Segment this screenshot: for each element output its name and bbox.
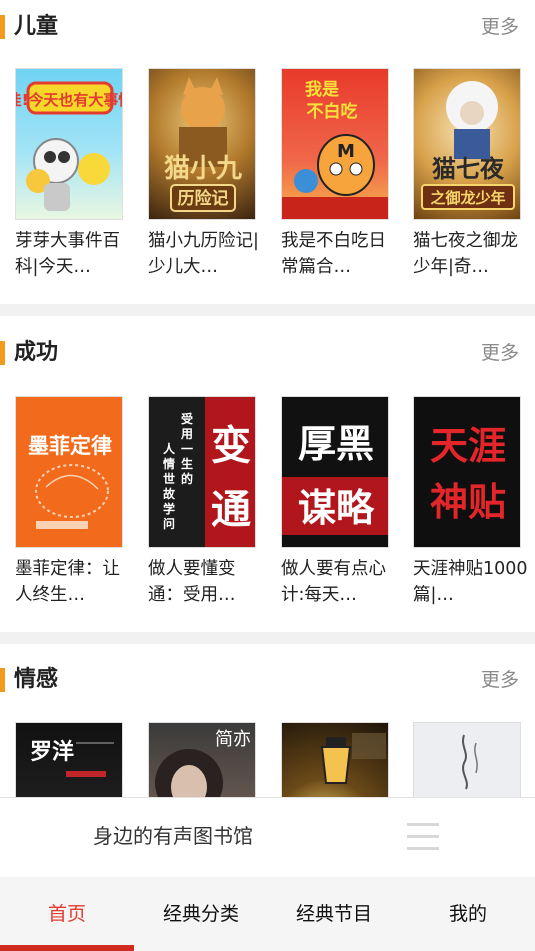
svg-text:生: 生 <box>181 456 193 471</box>
section-success: 成功 更多 墨菲定律 墨菲定律：让人终生… 变 通 受 用 一 生 的 人 情 … <box>0 326 535 632</box>
svg-text:学: 学 <box>163 501 175 516</box>
cover-title-text: 天涯 <box>430 423 506 468</box>
section-accent-bar <box>0 341 5 365</box>
card-row: 哇!今天也有大事情 芽芽大事件百科|今天… 猫小九 <box>0 68 535 288</box>
playlist-icon[interactable] <box>407 823 439 851</box>
book-cover[interactable]: 厚黑 谋略 <box>281 396 389 548</box>
book-title[interactable]: 做人要懂变通：受用… <box>148 556 266 608</box>
section-header: 成功 更多 <box>0 326 535 380</box>
svg-text:我是: 我是 <box>305 80 339 100</box>
cover-art: 罗洋 <box>30 739 114 777</box>
cover-art <box>462 734 478 790</box>
svg-text:历险记: 历险记 <box>178 188 229 209</box>
svg-text:通: 通 <box>211 486 251 533</box>
section-title: 儿童 <box>14 14 59 39</box>
cover-art: 哇!今天也有大事情 <box>16 81 123 211</box>
now-playing-bar[interactable]: 身边的有声图书馆 <box>0 797 535 877</box>
svg-text:谋略: 谋略 <box>298 485 375 530</box>
svg-text:人: 人 <box>163 441 176 456</box>
section-children: 儿童 更多 哇!今天也有大事情 芽芽大事件百科|今天… <box>0 0 535 304</box>
svg-text:不白吃: 不白吃 <box>307 101 358 122</box>
card-row: 罗洋 简亦 <box>0 722 535 797</box>
book-title[interactable]: 芽芽大事件百科|今天… <box>15 228 133 280</box>
cover-art: 猫小九 历险记 <box>164 77 242 212</box>
book-title[interactable]: 猫七夜之御龙少年|奇… <box>413 228 531 280</box>
svg-text:一: 一 <box>181 442 193 456</box>
section-title: 成功 <box>14 340 59 365</box>
book-title[interactable]: 做人要有点心计:每天… <box>281 556 399 608</box>
cover-title-text: 哇!今天也有大事情 <box>16 91 123 109</box>
now-playing-title[interactable]: 身边的有声图书馆 <box>93 822 253 850</box>
book-cover[interactable]: 变 通 受 用 一 生 的 人 情 世 故 学 问 <box>148 396 256 548</box>
book-cover[interactable]: 猫七夜 之御龙少年 <box>413 68 521 220</box>
cover-art: 厚黑 谋略 <box>282 421 388 535</box>
svg-text:用: 用 <box>180 427 193 441</box>
svg-text:问: 问 <box>163 516 175 531</box>
section-header: 儿童 更多 <box>0 0 535 54</box>
tab-categories[interactable]: 经典分类 <box>134 877 268 951</box>
svg-text:世: 世 <box>163 471 175 486</box>
svg-text:受: 受 <box>181 411 193 426</box>
book-cover[interactable]: 简亦 <box>148 722 256 797</box>
tab-mine[interactable]: 我的 <box>401 877 535 951</box>
cover-title-text: 罗洋 <box>30 739 74 765</box>
cover-title-text: 墨菲定律 <box>28 434 112 458</box>
book-cover[interactable]: 哇!今天也有大事情 <box>15 68 123 220</box>
more-link[interactable]: 更多 <box>481 666 519 694</box>
section-accent-bar <box>0 15 5 39</box>
book-cover[interactable] <box>413 722 521 797</box>
more-link[interactable]: 更多 <box>481 339 519 367</box>
svg-text:故: 故 <box>163 486 176 501</box>
tab-home[interactable]: 首页 <box>0 877 134 951</box>
cover-title-text: 猫小九 <box>164 154 242 184</box>
card-row: 墨菲定律 墨菲定律：让人终生… 变 通 受 用 一 生 的 人 情 世 故 学 … <box>0 396 535 616</box>
cover-art: 猫七夜 之御龙少年 <box>421 81 515 210</box>
book-cover[interactable]: 我是 不白吃 M <box>281 68 389 220</box>
svg-text:猫七夜: 猫七夜 <box>432 155 505 183</box>
svg-text:M: M <box>337 141 355 162</box>
tab-programs[interactable]: 经典节目 <box>267 877 401 951</box>
book-title[interactable]: 天涯神贴1000篇|… <box>413 556 531 608</box>
cover-art: 简亦 <box>155 729 251 797</box>
book-cover[interactable]: 墨菲定律 <box>15 396 123 548</box>
book-cover[interactable]: 罗洋 <box>15 722 123 797</box>
cover-title-text: 简亦 <box>215 729 251 750</box>
svg-text:之御龙少年: 之御龙少年 <box>430 189 505 207</box>
cover-art: 天涯 神贴 <box>430 423 506 524</box>
section-emotion: 情感 更多 罗洋 简亦 <box>0 653 535 797</box>
active-tab-indicator <box>0 945 134 951</box>
svg-text:神贴: 神贴 <box>430 479 506 524</box>
book-title[interactable]: 墨菲定律：让人终生… <box>15 556 133 608</box>
svg-text:情: 情 <box>163 456 175 471</box>
more-link[interactable]: 更多 <box>481 13 519 41</box>
section-divider <box>0 304 535 316</box>
cover-art: 变 通 受 用 一 生 的 人 情 世 故 学 问 <box>163 397 255 547</box>
cover-title-text: 厚黑 <box>298 421 374 466</box>
book-title[interactable]: 我是不白吃日常篇合… <box>281 228 399 280</box>
cover-art: 墨菲定律 <box>28 434 112 529</box>
book-cover[interactable]: 天涯 神贴 <box>413 396 521 548</box>
book-cover[interactable]: 猫小九 历险记 <box>148 68 256 220</box>
cover-art <box>320 733 386 784</box>
section-accent-bar <box>0 668 5 692</box>
book-title[interactable]: 猫小九历险记|少儿大… <box>148 228 266 280</box>
bottom-tab-bar: 首页 经典分类 经典节目 我的 <box>0 877 535 951</box>
section-divider <box>0 632 535 644</box>
section-title: 情感 <box>14 667 59 692</box>
cover-title-text: 变 <box>211 422 251 469</box>
svg-text:的: 的 <box>181 471 193 486</box>
cover-art: 我是 不白吃 M <box>282 80 388 219</box>
book-cover[interactable] <box>281 722 389 797</box>
section-header: 情感 更多 <box>0 653 535 707</box>
